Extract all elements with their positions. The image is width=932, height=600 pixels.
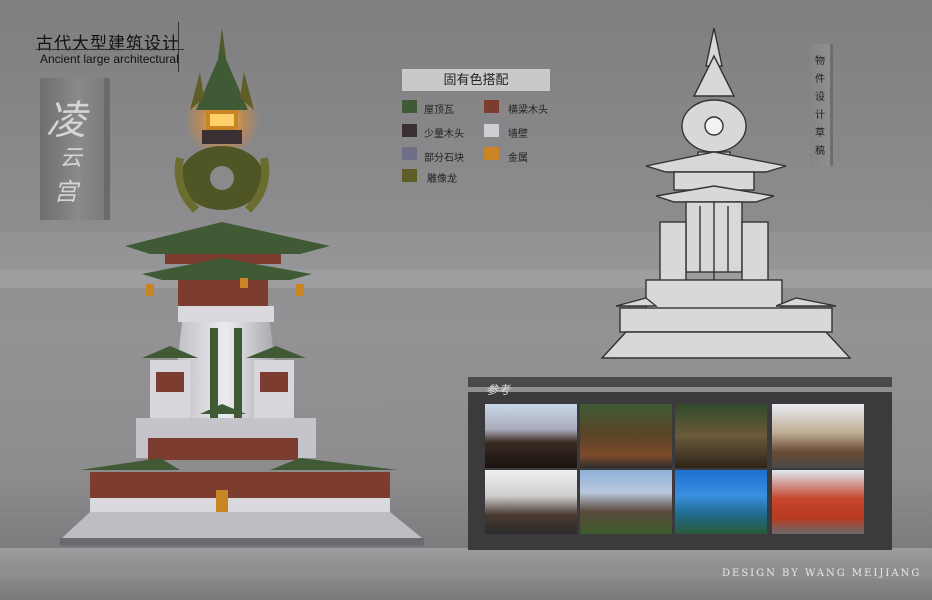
reference-top-bar — [468, 377, 892, 387]
swatch-label: 横梁木头 — [508, 105, 548, 116]
reference-photo — [675, 404, 767, 468]
reference-photo — [580, 470, 672, 534]
swatch-beam-wood — [484, 100, 499, 113]
swatch-label: 雕像龙 — [427, 174, 457, 185]
reference-photo — [772, 404, 864, 468]
reference-photo — [485, 404, 577, 468]
swatch-label: 金属 — [508, 153, 528, 164]
swatch-label: 墙壁 — [508, 129, 528, 140]
reference-photo — [772, 470, 864, 534]
tower-line-sketch — [600, 27, 852, 359]
reference-label: 参考 — [486, 383, 511, 397]
reference-photo — [485, 470, 577, 534]
tower-illustration — [60, 28, 424, 546]
swatch-label: 部分石块 — [424, 153, 464, 164]
swatch-metal — [484, 147, 499, 160]
reference-photo — [675, 470, 767, 534]
swatch-wall — [484, 124, 499, 137]
swatch-label: 少量木头 — [424, 129, 464, 140]
designer-credit: DESIGN BY WANG MEIJIANG — [722, 568, 922, 579]
reference-photo — [580, 404, 672, 468]
